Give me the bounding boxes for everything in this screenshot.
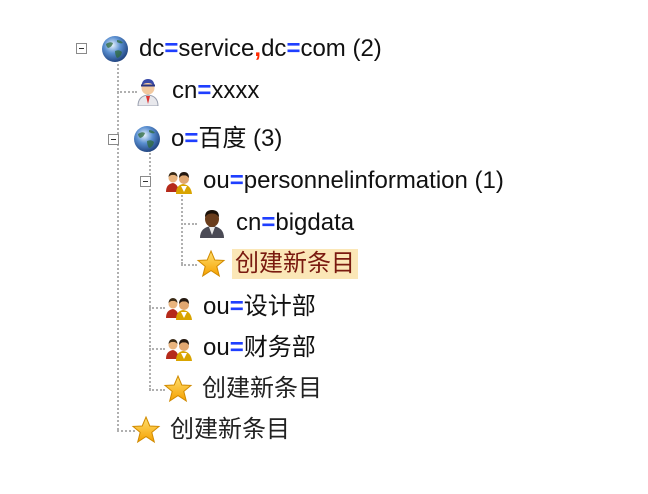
tree-node-create-entry[interactable]: 创建新条目: [131, 413, 293, 447]
tree-node-ou-personnelinformation[interactable]: ou=personnelinformation (1): [164, 164, 507, 198]
equals-sign: =: [197, 77, 212, 104]
tree-node-person-bigdata[interactable]: cn=bigdata: [197, 206, 357, 240]
globe-icon: [134, 126, 160, 152]
child-count: (2): [352, 35, 382, 62]
create-entry-label: 创建新条目: [170, 416, 290, 443]
equals-sign: =: [286, 35, 301, 62]
equals-sign: =: [229, 167, 244, 194]
child-count: (3): [253, 125, 283, 152]
tree-node-create-entry-selected[interactable]: 创建新条目: [196, 247, 358, 281]
ou-design-label: ou=设计部: [203, 293, 316, 320]
tree-node-ou-design[interactable]: ou=设计部: [164, 290, 319, 324]
tree-guide-line: [181, 264, 197, 266]
collapse-toggle-org[interactable]: [108, 134, 119, 145]
equals-sign: =: [261, 209, 276, 236]
tree-guide-line: [117, 64, 119, 430]
collapse-toggle-root[interactable]: [76, 43, 87, 54]
tree-guide-line: [149, 307, 165, 309]
star-icon: [131, 415, 161, 444]
tree-guide-line: [149, 348, 165, 350]
tree-node-create-entry[interactable]: 创建新条目: [163, 372, 325, 406]
ou-personnelinformation-label: ou=personnelinformation (1): [203, 167, 504, 194]
user-label: cn=xxxx: [172, 77, 260, 104]
child-count: (1): [474, 167, 504, 194]
directory-tree: dc=service,dc=com (2) cn=xxxx o=百度 (3) o…: [0, 0, 648, 494]
tree-guide-line: [181, 192, 183, 264]
tree-node-root[interactable]: dc=service,dc=com (2): [100, 32, 385, 66]
equals-sign: =: [229, 293, 244, 320]
root-label: dc=service,dc=com (2): [139, 35, 382, 62]
tree-node-user-xxxx[interactable]: cn=xxxx: [133, 74, 262, 108]
person-icon: [200, 210, 224, 238]
equals-sign: =: [184, 125, 199, 152]
collapse-toggle-ou-personnel[interactable]: [140, 176, 151, 187]
tree-node-ou-finance[interactable]: ou=财务部: [164, 331, 319, 365]
star-icon: [163, 374, 193, 403]
globe-icon: [102, 36, 128, 62]
equals-sign: =: [229, 334, 244, 361]
equals-sign: =: [164, 35, 179, 62]
person-label: cn=bigdata: [236, 209, 355, 236]
group-icon: [166, 172, 192, 194]
org-label: o=百度 (3): [171, 125, 283, 152]
star-icon: [196, 249, 226, 278]
group-icon: [166, 339, 192, 361]
group-icon: [166, 298, 192, 320]
ou-finance-label: ou=财务部: [203, 334, 316, 361]
tree-node-org-baidu[interactable]: o=百度 (3): [132, 122, 285, 156]
create-entry-label: 创建新条目: [232, 249, 358, 279]
tree-guide-line: [181, 223, 197, 225]
create-entry-label: 创建新条目: [202, 375, 322, 402]
user-icon: [137, 79, 159, 106]
